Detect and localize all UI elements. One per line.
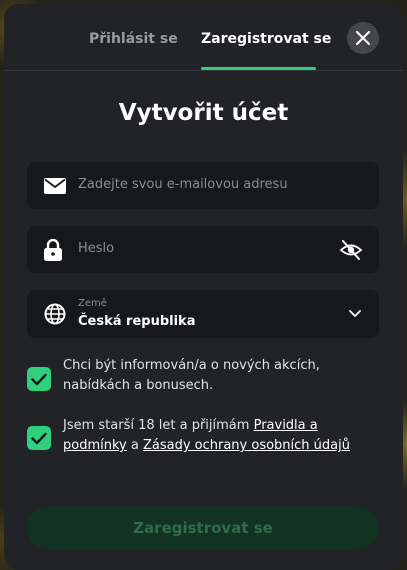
- register-submit-button[interactable]: Zaregistrovat se: [27, 507, 379, 549]
- chevron-down-icon: [349, 310, 361, 318]
- privacy-link[interactable]: Zásady ochrany osobních údajů: [143, 438, 350, 453]
- page-title: Vytvořit účet: [118, 100, 289, 126]
- active-tab-indicator: [201, 67, 316, 70]
- email-field[interactable]: Zadejte svou e-mailovou adresu: [27, 162, 379, 209]
- terms-text-part-2: a: [126, 438, 143, 453]
- country-value: Česká republika: [78, 314, 196, 329]
- password-field[interactable]: Heslo: [27, 226, 379, 273]
- terms-checkbox[interactable]: [27, 426, 51, 450]
- registration-modal: Přihlásit se Zaregistrovat se Vytvořit ú…: [4, 4, 403, 570]
- terms-consent-text: Jsem starší 18 let a přijímám Pravidla a…: [63, 416, 383, 456]
- close-button[interactable]: [347, 22, 379, 54]
- terms-text-part-1: Jsem starší 18 let a přijímám: [63, 418, 254, 433]
- envelope-icon: [44, 177, 66, 194]
- country-select[interactable]: Země Česká republika: [27, 290, 379, 338]
- password-placeholder: Heslo: [78, 241, 115, 256]
- close-icon: [356, 31, 370, 45]
- marketing-consent-text: Chci být informován/a o nových akcích, n…: [63, 358, 320, 393]
- lock-icon: [44, 238, 62, 261]
- email-placeholder: Zadejte svou e-mailovou adresu: [78, 177, 288, 192]
- checkmark-icon: [31, 373, 47, 385]
- globe-icon: [44, 303, 66, 325]
- auth-tabs: Přihlásit se Zaregistrovat se: [4, 4, 403, 71]
- checkmark-icon: [31, 432, 47, 444]
- tab-login[interactable]: Přihlásit se: [89, 31, 178, 47]
- tab-register[interactable]: Zaregistrovat se: [201, 31, 331, 47]
- eye-off-icon[interactable]: [339, 239, 363, 260]
- marketing-checkbox[interactable]: [27, 367, 51, 391]
- country-label: Země: [78, 298, 107, 309]
